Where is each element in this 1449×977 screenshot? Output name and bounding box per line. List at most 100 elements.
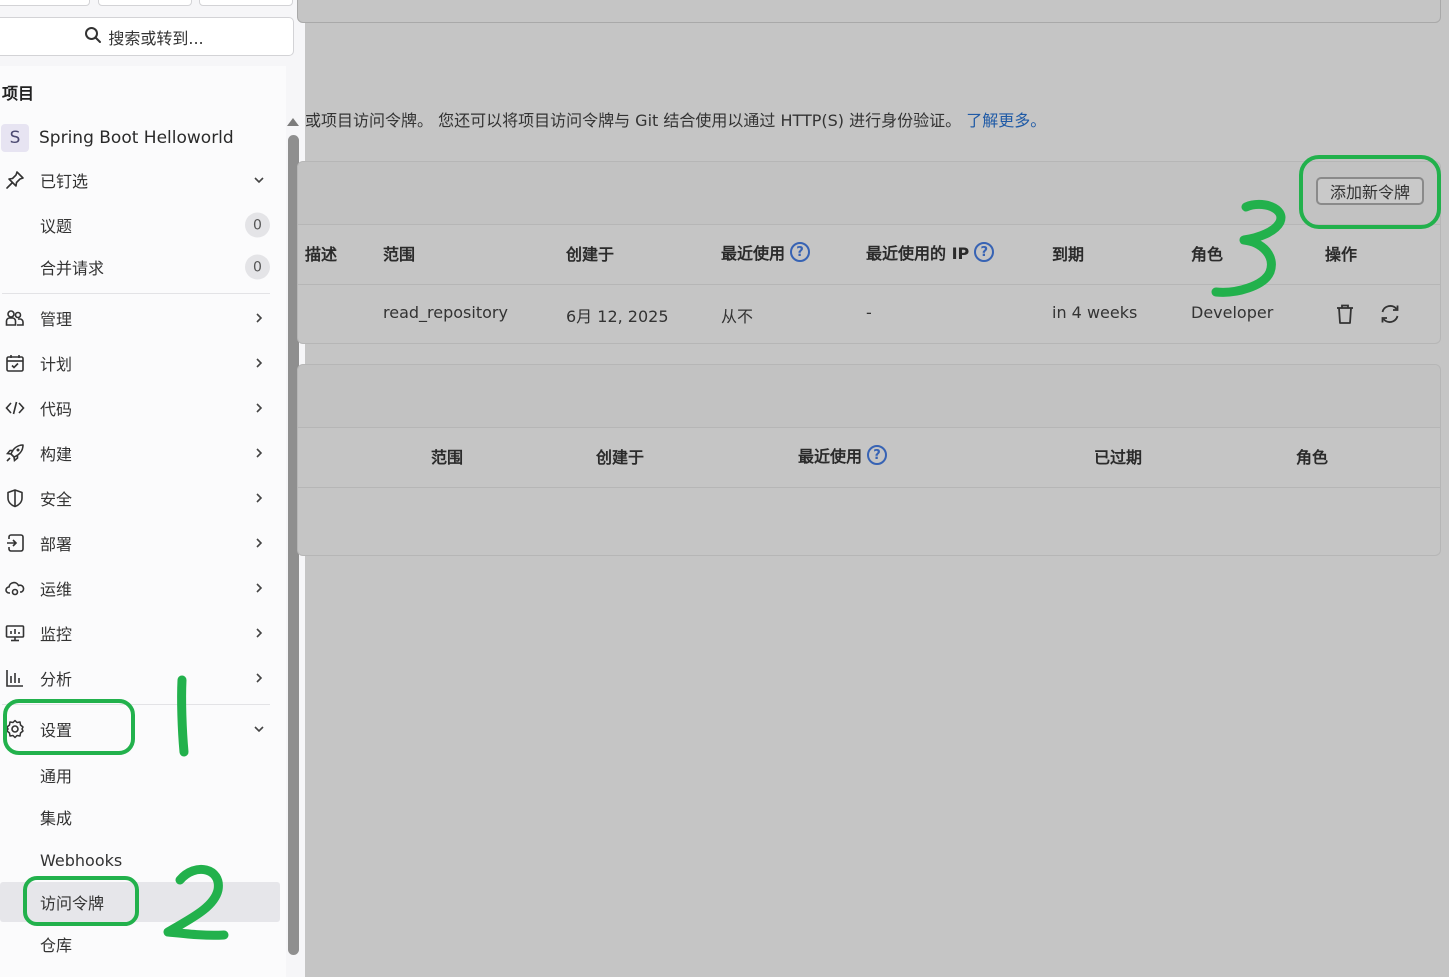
sidebar-item-general[interactable]: 通用 — [0, 755, 280, 795]
help-icon[interactable]: ? — [867, 445, 888, 465]
cell-scope: read_repository — [383, 303, 508, 322]
divider — [2, 704, 270, 705]
chevron-right-icon — [252, 401, 266, 415]
sidebar-item-integrations[interactable]: 集成 — [0, 797, 280, 837]
project-avatar: S — [1, 124, 29, 152]
col-header-created: 创建于 — [566, 245, 615, 264]
sidebar-item-label: 部署 — [40, 535, 73, 554]
sidebar-item-label: 设置 — [40, 721, 73, 740]
sidebar-item-analyze[interactable]: 分析 — [0, 658, 280, 698]
col-header-role: 角色 — [1296, 448, 1329, 467]
chevron-right-icon — [252, 671, 266, 685]
cell-role: Developer — [1191, 303, 1274, 322]
trash-icon[interactable] — [1333, 302, 1357, 326]
count-badge: 0 — [245, 254, 270, 280]
rotate-icon[interactable] — [1378, 302, 1402, 326]
top-input[interactable] — [297, 0, 1441, 23]
sidebar-item-security[interactable]: 安全 — [0, 478, 280, 518]
section-title: 项目 — [2, 84, 35, 103]
col-header-expires: 到期 — [1052, 245, 1085, 264]
search-label: 搜索或转到... — [108, 28, 204, 48]
search-button[interactable]: 搜索或转到... — [0, 17, 294, 56]
sidebar-item-webhooks[interactable]: Webhooks — [0, 840, 280, 880]
sidebar-item-operate[interactable]: 运维 — [0, 568, 280, 608]
description-text: 或项目访问令牌。 您还可以将项目访问令牌与 Git 结合使用以通过 HTTP(S… — [305, 111, 962, 130]
sidebar-item-plan[interactable]: 计划 — [0, 343, 280, 383]
sidebar-item-label: 安全 — [40, 490, 73, 509]
col-header-created: 创建于 — [596, 448, 645, 467]
monitor-icon — [4, 622, 26, 644]
sidebar-item-issues[interactable]: 议题 0 — [0, 205, 280, 245]
chevron-down-icon — [252, 173, 266, 187]
project-link[interactable]: S Spring Boot Helloworld — [1, 124, 234, 152]
col-header-last-used-ip: 最近使用的 IP ? — [866, 240, 995, 264]
deploy-icon — [4, 532, 26, 554]
col-header-last-used: 最近使用 ? — [721, 240, 811, 264]
top-button-1[interactable] — [0, 0, 90, 6]
sidebar-item-pinned[interactable]: 已钉选 — [0, 160, 280, 200]
sidebar-item-repository[interactable]: 仓库 — [0, 924, 280, 964]
cell-last-used-ip: - — [866, 303, 872, 322]
col-header-expired: 已过期 — [1094, 448, 1143, 467]
col-header-label: 最近使用 — [721, 244, 786, 263]
sidebar-item-label: 监控 — [40, 625, 73, 644]
sidebar-item-label: 仓库 — [40, 936, 73, 955]
divider — [2, 293, 270, 294]
rocket-icon — [4, 442, 26, 464]
card-header — [298, 365, 1440, 428]
chevron-right-icon — [252, 626, 266, 640]
col-header-actions: 操作 — [1325, 245, 1358, 264]
sidebar-item-build[interactable]: 构建 — [0, 433, 280, 473]
col-header-description: 描述 — [305, 245, 338, 264]
chevron-right-icon — [252, 311, 266, 325]
cell-expires: in 4 weeks — [1052, 303, 1138, 322]
code-icon — [4, 397, 26, 419]
chevron-right-icon — [252, 356, 266, 370]
calendar-icon — [4, 352, 26, 374]
search-icon — [84, 26, 102, 48]
chevron-down-icon — [252, 722, 266, 736]
sidebar-item-deploy[interactable]: 部署 — [0, 523, 280, 563]
chevron-right-icon — [252, 491, 266, 505]
sidebar-item-label: Webhooks — [40, 850, 123, 870]
gear-icon — [4, 718, 26, 740]
col-header-scope: 范围 — [431, 448, 464, 467]
sidebar-item-label: 合并请求 — [40, 259, 105, 278]
top-button-2[interactable] — [98, 0, 192, 6]
top-button-3[interactable] — [199, 0, 293, 6]
col-header-scope: 范围 — [383, 245, 416, 264]
help-icon[interactable]: ? — [790, 242, 811, 262]
help-icon[interactable]: ? — [974, 242, 995, 262]
cell-last-used: 从不 — [721, 307, 754, 326]
cloud-gear-icon — [4, 577, 26, 599]
sidebar-item-label: 通用 — [40, 767, 73, 786]
card-header — [298, 162, 1440, 225]
scroll-up-icon[interactable] — [287, 118, 299, 126]
sidebar: 搜索或转到... 项目 S Spring Boot Helloworld 已钉选… — [0, 0, 305, 977]
project-name: Spring Boot Helloworld — [39, 128, 234, 148]
sidebar-item-label: 已钉选 — [40, 172, 89, 191]
sidebar-item-access-tokens[interactable]: 访问令牌 — [0, 882, 280, 922]
shield-icon — [4, 487, 26, 509]
col-header-last-used: 最近使用 ? — [798, 443, 888, 467]
chevron-right-icon — [252, 446, 266, 460]
count-badge: 0 — [245, 212, 270, 238]
sidebar-item-settings[interactable]: 设置 — [0, 709, 280, 749]
sidebar-item-label: 运维 — [40, 580, 73, 599]
add-new-token-button[interactable]: 添加新令牌 — [1316, 177, 1424, 205]
sidebar-item-monitor[interactable]: 监控 — [0, 613, 280, 653]
users-icon — [4, 307, 26, 329]
cell-created: 6月 12, 2025 — [566, 307, 669, 326]
chevron-right-icon — [252, 581, 266, 595]
sidebar-item-label: 议题 — [40, 217, 73, 236]
learn-more-link[interactable]: 了解更多。 — [966, 111, 1046, 130]
sidebar-item-manage[interactable]: 管理 — [0, 298, 280, 338]
chart-icon — [4, 667, 26, 689]
sidebar-item-label: 分析 — [40, 670, 73, 689]
sidebar-item-code[interactable]: 代码 — [0, 388, 280, 428]
chevron-right-icon — [252, 536, 266, 550]
col-header-role: 角色 — [1191, 245, 1224, 264]
sidebar-item-merge-requests[interactable]: 合并请求 0 — [0, 247, 280, 287]
sidebar-item-label: 管理 — [40, 310, 73, 329]
col-header-label: 最近使用 — [798, 447, 863, 466]
